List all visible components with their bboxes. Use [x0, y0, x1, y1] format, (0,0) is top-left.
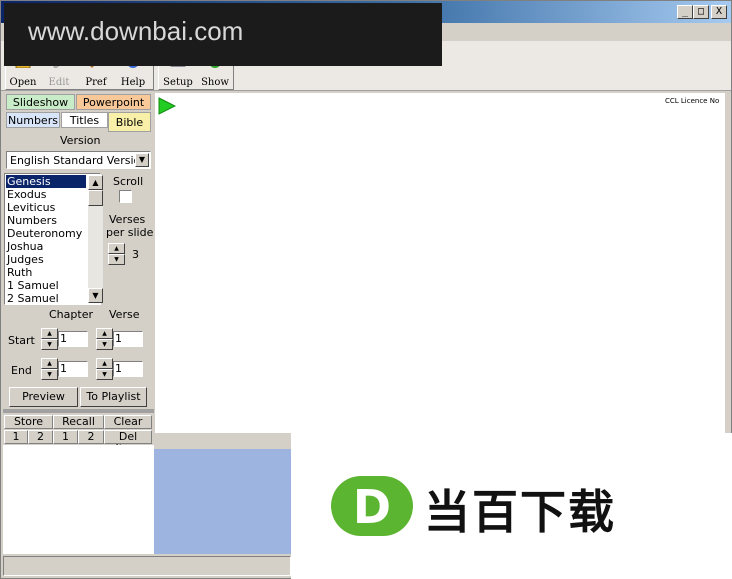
version-select[interactable]: English Standard Version ▼	[6, 151, 151, 169]
verses-label: Verses	[109, 213, 146, 226]
end-label: End	[11, 364, 32, 377]
spin-up-icon[interactable]: ▲	[108, 243, 125, 254]
list-item[interactable]: Joshua	[6, 240, 86, 253]
scroll-up-icon[interactable]: ▲	[88, 175, 103, 190]
tab-bible[interactable]: Bible	[108, 112, 151, 132]
slide-preview	[155, 93, 729, 433]
list-item[interactable]: Numbers	[6, 214, 86, 227]
play-triangle-icon[interactable]	[158, 97, 177, 118]
spin-down-icon[interactable]: ▼	[96, 339, 113, 350]
spin-down-icon[interactable]: ▼	[96, 369, 113, 380]
store-slot-1[interactable]: 1	[4, 430, 28, 444]
version-label: Version	[60, 134, 101, 147]
scroll-down-icon[interactable]: ▼	[88, 288, 103, 303]
setup-label: Setup	[163, 77, 193, 88]
verse-label: Verse	[109, 308, 140, 321]
spin-up-icon[interactable]: ▲	[41, 328, 58, 339]
splitter[interactable]	[3, 409, 154, 413]
list-item[interactable]: Leviticus	[6, 201, 86, 214]
maximize-button[interactable]: □	[693, 5, 709, 19]
recall-slot-2[interactable]: 2	[78, 430, 104, 444]
spin-up-icon[interactable]: ▲	[96, 328, 113, 339]
spin-up-icon[interactable]: ▲	[96, 358, 113, 369]
spin-down-icon[interactable]: ▼	[41, 369, 58, 380]
preview-border	[725, 93, 729, 433]
spin-down-icon[interactable]: ▼	[41, 339, 58, 350]
list-item[interactable]: Ruth	[6, 266, 86, 279]
logo-text: 当百下载	[424, 485, 616, 539]
svg-text:D: D	[353, 480, 391, 534]
start-label: Start	[8, 334, 35, 347]
chevron-down-icon[interactable]: ▼	[135, 153, 149, 167]
list-item[interactable]: 1 Samuel	[6, 279, 86, 292]
scroll-label: Scroll	[113, 175, 144, 188]
to-playlist-button[interactable]: To Playlist	[80, 387, 147, 407]
show-label: Show	[201, 77, 229, 88]
list-item[interactable]: Genesis	[6, 175, 86, 188]
end-verse-field[interactable]: 1	[113, 361, 143, 377]
book-list[interactable]: Genesis Exodus Leviticus Numbers Deutero…	[4, 173, 103, 305]
list-item[interactable]: Exodus	[6, 188, 86, 201]
store-slot-2[interactable]: 2	[28, 430, 53, 444]
help-label: Help	[120, 77, 146, 88]
list-item[interactable]: Deuteronomy	[6, 227, 86, 240]
book-list-scrollbar[interactable]: ▲ ▼	[88, 175, 103, 303]
scroll-thumb[interactable]	[88, 190, 103, 206]
open-label: Open	[9, 77, 37, 88]
downbai-logo-icon: D	[331, 476, 413, 536]
tab-numbers[interactable]: Numbers	[6, 112, 60, 128]
verses-per-slide-stepper[interactable]: ▲ ▼	[108, 243, 125, 265]
start-verse-field[interactable]: 1	[113, 331, 143, 347]
per-slide-label: per slide	[106, 226, 154, 239]
end-chapter-stepper[interactable]: ▲ ▼	[41, 358, 58, 380]
clear-button[interactable]: Clear	[104, 415, 152, 429]
store-button[interactable]: Store	[4, 415, 53, 429]
watermark-text: www.downbai.com	[28, 16, 244, 46]
list-item[interactable]: 2 Samuel	[6, 292, 86, 305]
list-item[interactable]: Judges	[6, 253, 86, 266]
tab-slideshow[interactable]: Slideshow	[6, 94, 75, 110]
chapter-label: Chapter	[49, 308, 93, 321]
del-item-button[interactable]: Del Item	[104, 430, 152, 455]
blue-panel	[154, 449, 291, 554]
start-chapter-field[interactable]: 1	[58, 331, 88, 347]
version-value: English Standard Version	[10, 154, 148, 167]
pref-label: Pref	[85, 77, 107, 88]
preview-button[interactable]: Preview	[9, 387, 78, 407]
start-verse-stepper[interactable]: ▲ ▼	[96, 328, 113, 350]
ccl-licence-text: CCL Licence No	[665, 97, 720, 105]
recall-slot-1[interactable]: 1	[53, 430, 78, 444]
edit-label: Edit	[48, 77, 70, 88]
tab-powerpoint[interactable]: Powerpoint	[76, 94, 151, 110]
end-chapter-field[interactable]: 1	[58, 361, 88, 377]
recall-button[interactable]: Recall	[53, 415, 104, 429]
minimize-button[interactable]: _	[677, 5, 693, 19]
end-verse-stepper[interactable]: ▲ ▼	[96, 358, 113, 380]
close-button[interactable]: X	[711, 5, 727, 19]
scroll-checkbox[interactable]	[119, 190, 132, 203]
status-bar	[3, 556, 291, 576]
spin-down-icon[interactable]: ▼	[108, 254, 125, 265]
spin-up-icon[interactable]: ▲	[41, 358, 58, 369]
start-chapter-stepper[interactable]: ▲ ▼	[41, 328, 58, 350]
playlist-area[interactable]	[3, 445, 154, 554]
verses-per-slide-value: 3	[132, 248, 139, 261]
tab-titles[interactable]: Titles	[61, 112, 108, 128]
